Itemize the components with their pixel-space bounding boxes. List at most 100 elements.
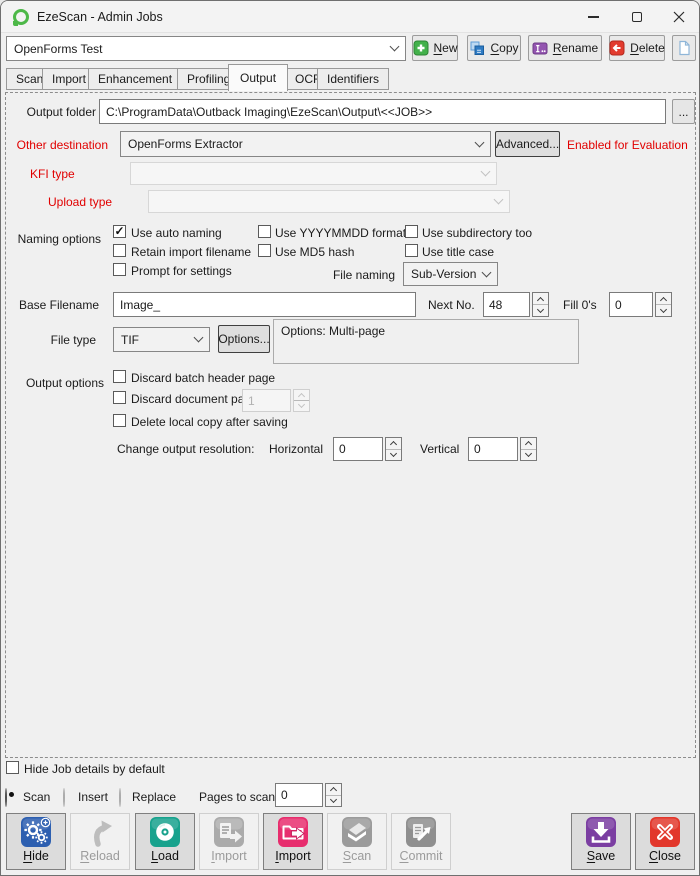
radio-scan-label: Scan bbox=[23, 790, 50, 804]
delete-job-button[interactable]: Delete bbox=[609, 35, 665, 61]
other-destination-select[interactable]: OpenForms Extractor bbox=[120, 131, 491, 157]
close-button-label: Close bbox=[649, 849, 681, 863]
import-file-icon bbox=[214, 817, 244, 847]
new-job-button[interactable]: New bbox=[412, 35, 458, 61]
rename-button-label: Rename bbox=[553, 41, 598, 55]
scan-button-label: Scan bbox=[343, 849, 372, 863]
base-filename-input[interactable]: Image_ bbox=[113, 292, 416, 317]
next-no-label: Next No. bbox=[428, 298, 475, 312]
tab-output[interactable]: Output bbox=[228, 64, 288, 91]
spinner-down-icon[interactable] bbox=[533, 304, 548, 316]
chevron-down-icon bbox=[475, 137, 485, 147]
discard-pages-input: 1 bbox=[242, 389, 291, 412]
horizontal-resolution-input[interactable]: 0 bbox=[333, 437, 383, 461]
app-window: EzeScan - Admin Jobs OpenForms Test New … bbox=[0, 0, 700, 876]
tab-enhancement[interactable]: Enhancement bbox=[88, 68, 182, 90]
checkbox-hide-job-details[interactable] bbox=[6, 761, 19, 774]
vertical-resolution-stepper[interactable] bbox=[520, 437, 537, 461]
upload-type-select bbox=[148, 190, 510, 213]
chevron-down-icon bbox=[390, 42, 400, 52]
next-no-input[interactable]: 48 bbox=[483, 292, 530, 317]
discard-pages-stepper bbox=[293, 389, 310, 412]
evaluation-status-text: Enabled for Evaluation bbox=[567, 138, 688, 152]
spinner-down-icon bbox=[294, 400, 309, 411]
spinner-up-icon[interactable] bbox=[326, 784, 341, 795]
hide-button-label: Hide bbox=[23, 849, 49, 863]
file-type-label: File type bbox=[11, 333, 96, 347]
horizontal-resolution-stepper[interactable] bbox=[385, 437, 402, 461]
spinner-up-icon[interactable] bbox=[521, 438, 536, 449]
spinner-down-icon[interactable] bbox=[656, 304, 671, 316]
next-no-stepper[interactable] bbox=[532, 292, 549, 317]
reload-icon bbox=[85, 817, 115, 847]
load-button[interactable]: Load bbox=[135, 813, 195, 870]
prompt-for-settings-label: Prompt for settings bbox=[131, 264, 232, 278]
radio-replace[interactable] bbox=[119, 788, 121, 807]
radio-insert[interactable] bbox=[63, 788, 65, 807]
file-type-options-button[interactable]: Options... bbox=[218, 325, 270, 353]
chevron-down-icon bbox=[481, 167, 491, 177]
save-button-label: Save bbox=[587, 849, 616, 863]
save-button[interactable]: Save bbox=[571, 813, 631, 870]
spinner-down-icon[interactable] bbox=[326, 795, 341, 807]
spinner-up-icon[interactable] bbox=[386, 438, 401, 449]
hide-button[interactable]: Hide bbox=[6, 813, 66, 870]
use-title-case-label: Use title case bbox=[422, 245, 494, 259]
pages-to-scan-label: Pages to scan bbox=[199, 790, 275, 804]
checkbox-use-yyyymmdd[interactable] bbox=[258, 225, 271, 238]
other-destination-label: Other destination bbox=[11, 138, 108, 152]
checkbox-use-auto-naming[interactable]: ✓ bbox=[113, 225, 126, 238]
change-resolution-label: Change output resolution: bbox=[117, 442, 254, 456]
new-button-label: New bbox=[434, 41, 458, 55]
upload-type-label: Upload type bbox=[48, 195, 112, 209]
spinner-down-icon[interactable] bbox=[521, 449, 536, 461]
use-subdirectory-label: Use subdirectory too bbox=[422, 226, 532, 240]
job-select[interactable]: OpenForms Test bbox=[6, 36, 406, 61]
checkbox-use-subdirectory[interactable] bbox=[405, 225, 418, 238]
checkbox-use-title-case[interactable] bbox=[405, 244, 418, 257]
checkbox-discard-batch-header[interactable] bbox=[113, 370, 126, 383]
output-folder-input[interactable]: C:\ProgramData\Outback Imaging\EzeScan\O… bbox=[99, 99, 666, 124]
minimize-button[interactable] bbox=[571, 1, 615, 33]
import-file-button: Import bbox=[199, 813, 259, 870]
output-options-label: Output options bbox=[11, 376, 104, 390]
pages-to-scan-input[interactable]: 0 bbox=[275, 783, 323, 807]
copy-job-button[interactable]: Copy bbox=[467, 35, 521, 61]
spinner-up-icon bbox=[294, 390, 309, 400]
import-folder-button-label: Import bbox=[275, 849, 310, 863]
reload-button-label: Reload bbox=[80, 849, 120, 863]
import-folder-button[interactable]: Import bbox=[263, 813, 323, 870]
checkbox-delete-local-copy[interactable] bbox=[113, 414, 126, 427]
fill-zeros-stepper[interactable] bbox=[655, 292, 672, 317]
checkbox-retain-import-filename[interactable] bbox=[113, 244, 126, 257]
checkbox-discard-document-pages[interactable] bbox=[113, 391, 126, 404]
advanced-button[interactable]: Advanced... bbox=[495, 131, 560, 157]
browse-folder-button[interactable]: ... bbox=[672, 99, 695, 124]
use-auto-naming-label: Use auto naming bbox=[131, 226, 222, 240]
tab-identifiers[interactable]: Identifiers bbox=[317, 68, 389, 90]
horizontal-label: Horizontal bbox=[269, 442, 323, 456]
import-file-button-label: Import bbox=[211, 849, 246, 863]
spinner-down-icon[interactable] bbox=[386, 449, 401, 461]
new-document-button[interactable] bbox=[672, 35, 696, 61]
spinner-up-icon[interactable] bbox=[533, 293, 548, 304]
base-filename-label: Base Filename bbox=[11, 298, 99, 312]
use-yyyymmdd-label: Use YYYYMMDD format bbox=[275, 226, 406, 240]
radio-scan[interactable] bbox=[5, 788, 7, 807]
fill-zeros-input[interactable]: 0 bbox=[609, 292, 653, 317]
file-type-select[interactable]: TIF bbox=[113, 327, 210, 352]
checkbox-prompt-for-settings[interactable] bbox=[113, 263, 126, 276]
maximize-button[interactable] bbox=[615, 1, 659, 33]
commit-icon bbox=[406, 817, 436, 847]
naming-options-label: Naming options bbox=[11, 232, 101, 246]
pages-to-scan-stepper[interactable] bbox=[325, 783, 342, 807]
load-icon bbox=[150, 817, 180, 847]
rename-job-button[interactable]: Rename bbox=[528, 35, 602, 61]
close-window-button[interactable] bbox=[657, 1, 700, 33]
file-naming-select[interactable]: Sub-Version bbox=[403, 262, 498, 286]
retain-import-filename-label: Retain import filename bbox=[131, 245, 251, 259]
checkbox-use-md5-hash[interactable] bbox=[258, 244, 271, 257]
spinner-up-icon[interactable] bbox=[656, 293, 671, 304]
close-button[interactable]: Close bbox=[635, 813, 695, 870]
vertical-resolution-input[interactable]: 0 bbox=[468, 437, 518, 461]
